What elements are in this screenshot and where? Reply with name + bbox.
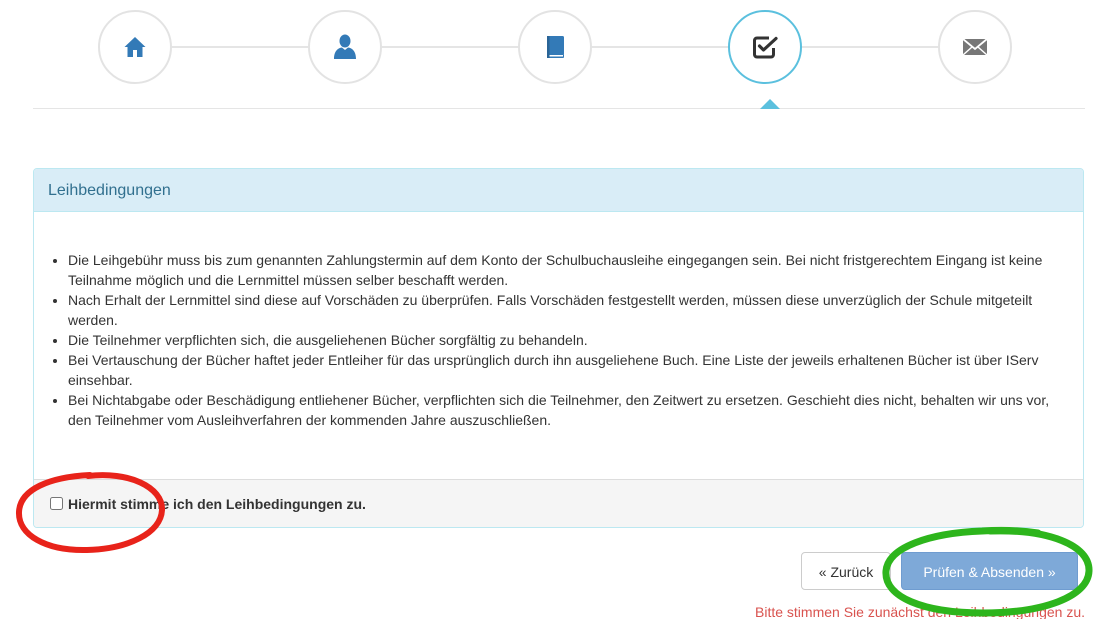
- list-item: Die Teilnehmer verpflichten sich, die au…: [68, 330, 1059, 350]
- submit-button[interactable]: Prüfen & Absenden »: [901, 552, 1078, 590]
- user-icon: [333, 34, 357, 60]
- active-step-indicator: [760, 99, 780, 109]
- list-item: Die Leihgebühr muss bis zum genannten Za…: [68, 250, 1059, 290]
- agree-checkbox[interactable]: [50, 497, 63, 510]
- home-icon: [123, 35, 147, 59]
- check-square-icon: [752, 35, 778, 59]
- list-item: Bei Nichtabgabe oder Beschädigung entlie…: [68, 390, 1059, 430]
- page: Leihbedingungen Die Leihgebühr muss bis …: [0, 0, 1095, 619]
- wizard-divider: [33, 108, 1085, 109]
- list-item: Bei Vertauschung der Bücher haftet jeder…: [68, 350, 1059, 390]
- step-book[interactable]: [518, 10, 592, 84]
- list-item: Nach Erhalt der Lernmittel sind diese au…: [68, 290, 1059, 330]
- panel-body: Die Leihgebühr muss bis zum genannten Za…: [34, 212, 1083, 480]
- envelope-icon: [962, 37, 988, 57]
- step-user[interactable]: [308, 10, 382, 84]
- terms-list: Die Leihgebühr muss bis zum genannten Za…: [48, 250, 1059, 430]
- step-review[interactable]: [728, 10, 802, 84]
- terms-panel: Leihbedingungen Die Leihgebühr muss bis …: [33, 168, 1084, 528]
- panel-footer: Hiermit stimme ich den Leihbedingungen z…: [34, 479, 1083, 527]
- step-send[interactable]: [938, 10, 1012, 84]
- validation-message: Bitte stimmen Sie zunächst den Leihbedin…: [755, 604, 1085, 619]
- agree-label-text: Hiermit stimme ich den Leihbedingungen z…: [68, 495, 366, 512]
- agree-label[interactable]: Hiermit stimme ich den Leihbedingungen z…: [50, 496, 366, 512]
- back-button[interactable]: « Zurück: [801, 552, 891, 590]
- step-home[interactable]: [98, 10, 172, 84]
- wizard-steps: [0, 0, 1095, 120]
- panel-title: Leihbedingungen: [34, 169, 1083, 212]
- book-icon: [544, 35, 566, 59]
